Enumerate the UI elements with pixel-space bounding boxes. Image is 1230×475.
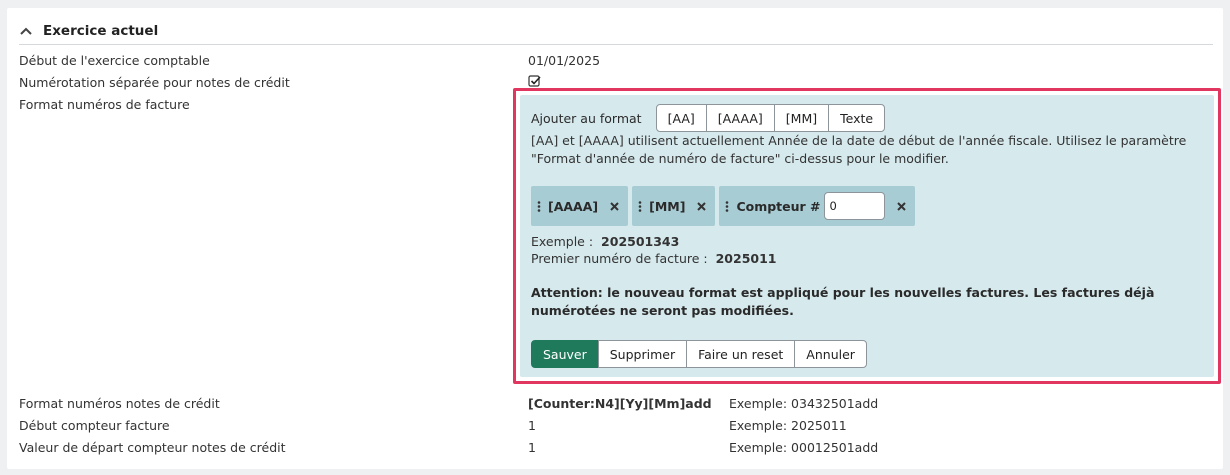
token-label: [AAAA] — [548, 198, 599, 214]
remove-token-icon[interactable] — [697, 201, 707, 211]
credit-counter-start-label: Valeur de départ compteur notes de crédi… — [19, 440, 286, 455]
remove-token-icon[interactable] — [896, 201, 907, 211]
chevron-up-icon[interactable] — [20, 24, 36, 38]
credit-note-format-label: Format numéros notes de crédit — [19, 396, 220, 411]
section-header[interactable]: Exercice actuel — [19, 18, 1213, 45]
token-label: Compteur # — [736, 198, 821, 214]
format-warning: Attention: le nouveau format est appliqu… — [531, 285, 1155, 318]
counter-input[interactable] — [823, 192, 885, 220]
action-buttons: Sauver Supprimer Faire un reset Annuler — [531, 340, 867, 368]
drag-handle-icon[interactable] — [638, 200, 644, 212]
credit-note-format-example: Exemple: 03432501add — [729, 396, 879, 411]
first-invoice-value: 2025011 — [715, 251, 777, 266]
credit-counter-start-value: 1 — [528, 440, 536, 455]
token-chip-counter[interactable]: Compteur # — [719, 186, 915, 226]
credit-counter-start-example: Exemple: 00012501add — [729, 440, 879, 455]
fiscal-start-label: Début de l'exercice comptable — [19, 53, 210, 68]
add-text-button[interactable]: Texte — [828, 104, 886, 132]
first-invoice-line: Premier numéro de facture : 2025011 — [531, 251, 777, 266]
fiscal-start-value: 01/01/2025 — [528, 53, 601, 68]
checked-checkbox-icon[interactable] — [528, 74, 541, 87]
invoice-counter-start-value: 1 — [528, 418, 536, 433]
invoice-format-label: Format numéros de facture — [19, 97, 190, 112]
drag-handle-icon[interactable] — [537, 200, 543, 212]
token-chip-mm[interactable]: [MM] — [632, 186, 716, 226]
highlight-frame: Ajouter au format [AA] [AAAA] [MM] Texte… — [513, 88, 1221, 384]
first-invoice-label: Premier numéro de facture : — [531, 251, 708, 266]
drag-handle-icon[interactable] — [725, 200, 731, 212]
delete-button[interactable]: Supprimer — [597, 340, 688, 368]
example-line: Exemple : 202501343 — [531, 234, 679, 249]
section-title: Exercice actuel — [43, 23, 159, 39]
settings-panel: Exercice actuel Début de l'exercice comp… — [7, 8, 1223, 469]
save-button[interactable]: Sauver — [531, 340, 599, 368]
year-format-info: [AA] et [AAAA] utilisent actuellement An… — [531, 133, 1187, 166]
example-label: Exemple : — [531, 234, 594, 249]
format-tokens: [AAAA] [MM] Compteur # 0 — [531, 186, 915, 226]
add-to-format-label: Ajouter au format — [531, 110, 642, 126]
remove-token-icon[interactable] — [610, 201, 620, 211]
token-label: [MM] — [649, 198, 686, 214]
invoice-format-editor: Ajouter au format [AA] [AAAA] [MM] Texte… — [520, 95, 1214, 377]
separate-numbering-label: Numérotation séparée pour notes de crédi… — [19, 75, 290, 90]
example-value: 202501343 — [601, 234, 680, 249]
credit-note-format-value: [Counter:N4][Yy][Mm]add — [528, 396, 712, 411]
cancel-button[interactable]: Annuler — [794, 340, 867, 368]
add-yyyy-button[interactable]: [AAAA] — [705, 104, 775, 132]
reset-button[interactable]: Faire un reset — [686, 340, 796, 368]
token-chip-yyyy[interactable]: [AAAA] — [531, 186, 629, 226]
add-to-format-row: Ajouter au format [AA] [AAAA] [MM] Texte — [531, 104, 886, 132]
add-yy-button[interactable]: [AA] — [655, 104, 707, 132]
invoice-counter-start-example: Exemple: 2025011 — [729, 418, 847, 433]
invoice-counter-start-label: Début compteur facture — [19, 418, 170, 433]
add-mm-button[interactable]: [MM] — [773, 104, 830, 132]
add-token-group: [AA] [AAAA] [MM] Texte — [655, 104, 886, 132]
